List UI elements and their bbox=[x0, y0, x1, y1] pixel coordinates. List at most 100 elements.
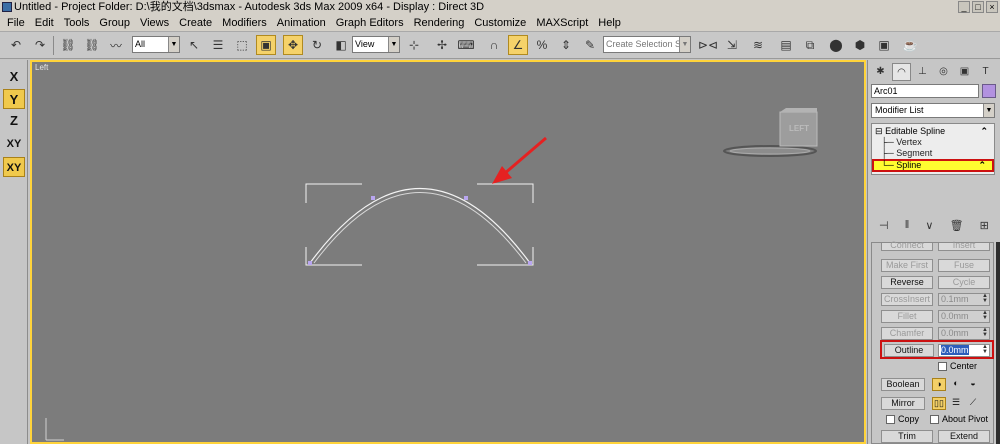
percent-snap-icon[interactable]: % bbox=[532, 35, 552, 55]
arc-spline[interactable] bbox=[309, 187, 531, 264]
axis-xy-cycle-button[interactable]: XY bbox=[3, 157, 25, 177]
fillet-spinner[interactable]: 0.0mm ▲ ▼ bbox=[938, 310, 990, 323]
configure-modifier-sets-icon[interactable]: ⊞ bbox=[980, 219, 989, 232]
pin-stack-icon[interactable]: ⊣ bbox=[879, 219, 889, 232]
menu-group[interactable]: Group bbox=[94, 15, 135, 32]
show-end-result-icon[interactable]: ‖ bbox=[905, 219, 910, 231]
trim-button[interactable]: Trim bbox=[881, 430, 933, 443]
select-and-move-icon[interactable]: ✥ bbox=[283, 35, 303, 55]
maximize-icon[interactable]: □ bbox=[972, 1, 984, 13]
spline-vertex[interactable] bbox=[308, 261, 312, 265]
copy-checkbox[interactable]: Copy bbox=[886, 414, 919, 425]
object-color-swatch[interactable] bbox=[982, 84, 996, 98]
rectangular-selection-icon[interactable]: ⬚ bbox=[232, 35, 252, 55]
unlink-icon[interactable]: ⛓ bbox=[82, 35, 102, 55]
axis-xy-button[interactable]: XY bbox=[3, 134, 25, 154]
left-viewport[interactable]: Left LEFT bbox=[30, 60, 866, 444]
reference-coordinate-dropdown[interactable]: View ▼ bbox=[352, 36, 400, 53]
chamfer-button[interactable]: Chamfer bbox=[881, 327, 933, 340]
align-icon[interactable]: ⇲ bbox=[722, 35, 742, 55]
utilities-tab-icon[interactable]: T bbox=[976, 63, 995, 81]
modify-tab-icon[interactable]: ◠ bbox=[892, 63, 911, 81]
select-object-icon[interactable]: ↖ bbox=[184, 35, 204, 55]
axis-z-button[interactable]: Z bbox=[3, 111, 25, 131]
curve-editor-icon[interactable]: ▤ bbox=[776, 35, 796, 55]
menu-help[interactable]: Help bbox=[593, 15, 626, 32]
spinner-snap-icon[interactable]: ⇕ bbox=[556, 35, 576, 55]
spline-vertex[interactable] bbox=[371, 196, 375, 200]
menu-edit[interactable]: Edit bbox=[30, 15, 59, 32]
axis-y-button[interactable]: Y bbox=[3, 89, 25, 109]
crossinsert-button[interactable]: CrossInsert bbox=[881, 293, 933, 306]
rendered-frame-window-icon[interactable]: ▣ bbox=[874, 35, 894, 55]
spline-vertex[interactable] bbox=[528, 261, 532, 265]
outline-value[interactable]: 0.0mm bbox=[941, 345, 969, 355]
select-and-manipulate-icon[interactable]: ✢ bbox=[432, 35, 452, 55]
outline-button[interactable]: Outline bbox=[884, 344, 934, 357]
stack-item-editable-spline[interactable]: ⊟ Editable Spline ⌃ bbox=[872, 126, 994, 137]
hierarchy-tab-icon[interactable]: ⊥ bbox=[913, 63, 932, 81]
menu-file[interactable]: File bbox=[2, 15, 30, 32]
fillet-button[interactable]: Fillet bbox=[881, 310, 933, 323]
mirror-both-icon[interactable]: ⟋ bbox=[966, 397, 980, 410]
boolean-union-icon[interactable]: ◑ bbox=[932, 378, 946, 391]
boolean-button[interactable]: Boolean bbox=[881, 378, 925, 391]
axis-x-button[interactable]: X bbox=[3, 67, 25, 87]
boolean-subtract-icon[interactable]: ◐ bbox=[949, 378, 963, 391]
pivot-center-icon[interactable]: ⊹ bbox=[404, 35, 424, 55]
outline-spinner[interactable]: 0.0mm ▲ ▼ bbox=[938, 344, 990, 357]
about-pivot-checkbox[interactable]: About Pivot bbox=[930, 414, 988, 425]
snaps-toggle-icon[interactable]: ∩ bbox=[484, 35, 504, 55]
mirror-icon[interactable]: ⊳⊲ bbox=[698, 35, 718, 55]
quick-render-icon[interactable]: ☕ bbox=[900, 35, 920, 55]
motion-tab-icon[interactable]: ◎ bbox=[934, 63, 953, 81]
menu-tools[interactable]: Tools bbox=[59, 15, 95, 32]
menu-create[interactable]: Create bbox=[174, 15, 217, 32]
minimize-icon[interactable]: _ bbox=[958, 1, 970, 13]
stack-item-vertex[interactable]: ├─ Vertex bbox=[872, 137, 994, 148]
crossinsert-spinner[interactable]: 0.1mm ▲ ▼ bbox=[938, 293, 990, 306]
menu-modifiers[interactable]: Modifiers bbox=[217, 15, 272, 32]
redo-icon[interactable]: ↷ bbox=[30, 35, 50, 55]
spinner-arrows-icon[interactable]: ▲ ▼ bbox=[981, 293, 989, 305]
mirror-button[interactable]: Mirror bbox=[881, 397, 925, 410]
chamfer-spinner[interactable]: 0.0mm ▲ ▼ bbox=[938, 327, 990, 340]
layer-manager-icon[interactable]: ≋ bbox=[748, 35, 768, 55]
menu-rendering[interactable]: Rendering bbox=[409, 15, 470, 32]
edit-named-selection-icon[interactable]: ✎ bbox=[580, 35, 600, 55]
make-unique-icon[interactable]: ∨ bbox=[925, 219, 933, 232]
menu-maxscript[interactable]: MAXScript bbox=[531, 15, 593, 32]
make-first-button[interactable]: Make First bbox=[881, 259, 933, 272]
remove-modifier-icon[interactable]: 🗑 bbox=[950, 219, 964, 232]
connect-button[interactable]: Connect bbox=[881, 241, 933, 251]
reverse-button[interactable]: Reverse bbox=[881, 276, 933, 289]
bind-to-space-warp-icon[interactable]: 〰 bbox=[106, 35, 126, 55]
spline-vertex[interactable] bbox=[464, 196, 468, 200]
spinner-arrows-icon[interactable]: ▲ ▼ bbox=[981, 327, 989, 339]
render-setup-icon[interactable]: ⬢ bbox=[850, 35, 870, 55]
spinner-arrows-icon[interactable]: ▲ ▼ bbox=[981, 310, 989, 322]
keyboard-shortcut-override-icon[interactable]: ⌨ bbox=[456, 35, 476, 55]
mirror-vertical-icon[interactable]: ☰ bbox=[949, 397, 963, 410]
window-crossing-icon[interactable]: ▣ bbox=[256, 35, 276, 55]
select-by-name-icon[interactable]: ☰ bbox=[208, 35, 228, 55]
menu-customize[interactable]: Customize bbox=[469, 15, 531, 32]
mirror-horizontal-icon[interactable]: ▯▯ bbox=[932, 397, 946, 410]
stack-item-segment[interactable]: ├─ Segment bbox=[872, 148, 994, 159]
angle-snap-icon[interactable]: ∠ bbox=[508, 35, 528, 55]
select-and-link-icon[interactable]: ⛓ bbox=[58, 35, 78, 55]
material-editor-icon[interactable]: ⬤ bbox=[826, 35, 846, 55]
checkbox-box[interactable] bbox=[886, 415, 895, 424]
object-name-field[interactable]: Arc01 bbox=[871, 84, 979, 98]
modifier-list-dropdown[interactable]: Modifier List ▼ bbox=[871, 103, 995, 118]
center-checkbox[interactable]: Center bbox=[938, 361, 977, 372]
stack-item-spline[interactable]: └─ Spline ⌃ bbox=[872, 159, 994, 172]
menu-graph-editors[interactable]: Graph Editors bbox=[331, 15, 409, 32]
checkbox-box[interactable] bbox=[930, 415, 939, 424]
selection-filter-dropdown[interactable]: All ▼ bbox=[132, 36, 180, 53]
close-icon[interactable]: × bbox=[986, 1, 998, 13]
insert-button[interactable]: Insert bbox=[938, 241, 990, 251]
select-and-rotate-icon[interactable]: ↻ bbox=[307, 35, 327, 55]
fuse-button[interactable]: Fuse bbox=[938, 259, 990, 272]
schematic-view-icon[interactable]: ⧉ bbox=[800, 35, 820, 55]
